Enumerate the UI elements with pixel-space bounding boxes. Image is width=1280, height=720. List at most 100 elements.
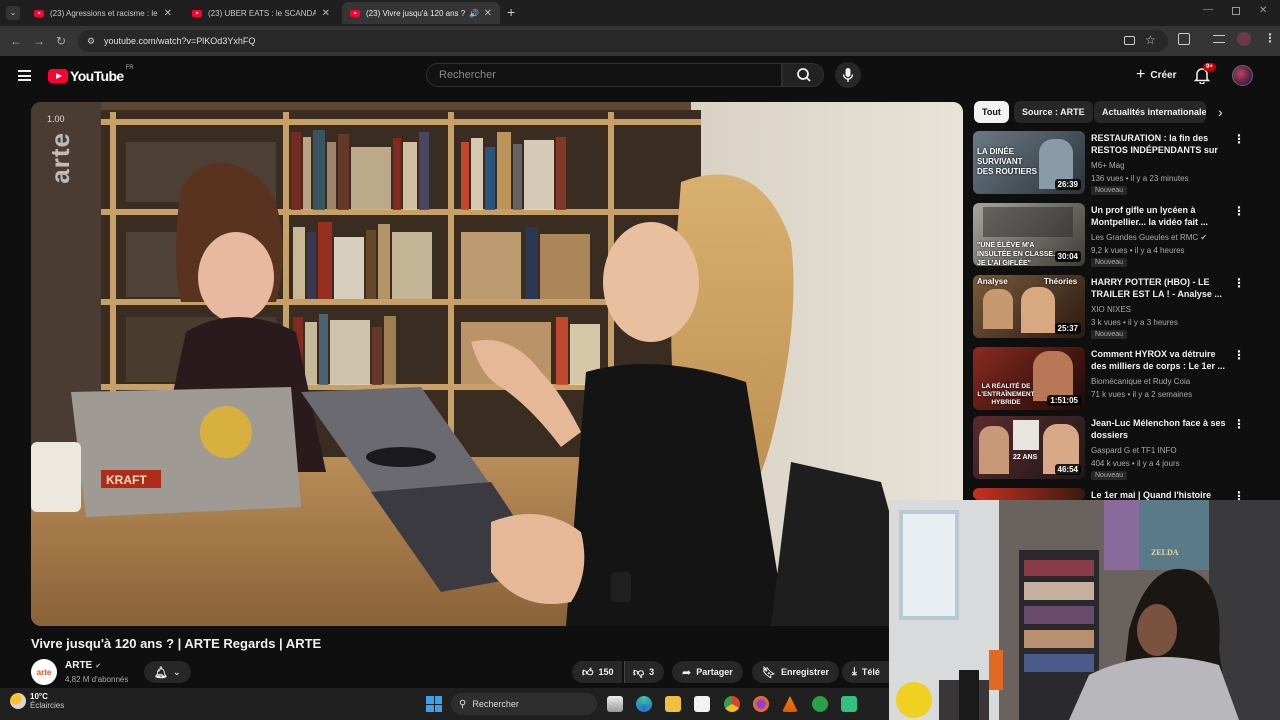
xbox-icon[interactable]	[812, 696, 828, 712]
microsoft-store-icon[interactable]	[694, 696, 710, 712]
youtube-play-logo-icon	[48, 69, 68, 83]
new-badge: Nouveau	[1091, 258, 1128, 267]
channel-avatar[interactable]: arte	[31, 659, 57, 685]
webcam-overlay: ZELDA	[889, 500, 1280, 720]
arte-watermark: arte	[45, 132, 75, 184]
task-view-icon[interactable]	[607, 696, 623, 712]
site-info-icon[interactable]: ⚙	[87, 36, 97, 46]
forward-icon[interactable]: →	[33, 34, 45, 48]
reload-icon[interactable]: ↻	[56, 34, 66, 48]
more-actions-icon[interactable]: ⋮	[1233, 349, 1245, 361]
firefox-browser-icon[interactable]	[753, 696, 769, 712]
profile-avatar[interactable]	[1237, 32, 1251, 46]
app-icon[interactable]	[841, 696, 857, 712]
recommendation-title[interactable]: Un prof gifle un lycéen à Montpellier...…	[1091, 204, 1227, 228]
browser-menu-icon[interactable]: ⋮	[1264, 31, 1276, 45]
recommendation-item[interactable]: Analyse Théories 25:37 HARRY POTTER (HBO…	[973, 275, 1253, 341]
back-icon[interactable]: ←	[10, 34, 22, 48]
notification-preferences-button[interactable]: 🔔︎ ⌄	[144, 661, 191, 683]
like-button[interactable]: 👍︎ 150	[572, 661, 622, 683]
recommendation-item[interactable]: Le 1er mai | Quand l'histoire fait ⋮	[973, 488, 1253, 502]
channel-name[interactable]: Gaspard G et TF1 INFO	[1091, 446, 1177, 455]
dislike-button[interactable]: 👎︎ 3	[624, 661, 665, 683]
weather-condition: Éclaircies	[30, 701, 65, 710]
browser-tab-bar: ⌄ (23) Agressions et racisme : le ✕ (23)…	[0, 0, 1280, 26]
close-tab-icon[interactable]: ✕	[164, 8, 172, 19]
url-text: youtube.com/watch?v=PlKOd3YxhFQ	[104, 36, 256, 46]
search-button[interactable]	[782, 63, 824, 87]
video-thumbnail[interactable]: LA DINÉE SURVIVANT DES ROUTIERS 26:39	[973, 131, 1085, 194]
search-icon: ⚲	[459, 698, 467, 710]
recommendation-title[interactable]: HARRY POTTER (HBO) - LE TRAILER EST LA !…	[1091, 276, 1227, 300]
recommendation-title[interactable]: Jean-Luc Mélenchon face à ses dossiers	[1091, 417, 1227, 441]
bookmark-star-icon[interactable]: ☆	[1145, 33, 1156, 47]
video-thumbnail[interactable]: 22 ANS 46:54	[973, 416, 1085, 479]
channel-name[interactable]: ARTE ✔	[65, 660, 101, 671]
chip-all[interactable]: Tout	[974, 101, 1009, 123]
recommendation-title[interactable]: Comment HYROX va détruire des milliers d…	[1091, 348, 1227, 372]
recommendation-title[interactable]: RESTAURATION : la fin des RESTOS INDÉPEN…	[1091, 132, 1227, 156]
more-actions-icon[interactable]: ⋮	[1233, 133, 1245, 145]
edge-browser-icon[interactable]	[636, 696, 652, 712]
video-thumbnail[interactable]: Analyse Théories 25:37	[973, 275, 1085, 338]
chips-next-chevron-icon[interactable]: ›	[1218, 104, 1223, 120]
tab-list-chevron-icon[interactable]: ⌄	[6, 6, 20, 20]
more-actions-icon[interactable]: ⋮	[1233, 205, 1245, 217]
video-thumbnail[interactable]: "UNE ÉLÈVE M'A INSULTÉE EN CLASSE... JE …	[973, 203, 1085, 266]
youtube-logo[interactable]: YouTube FR	[48, 65, 134, 85]
channel-name[interactable]: Biomécanique et Rudy Coia	[1091, 377, 1190, 386]
windows-taskbar: 10°C Éclaircies ⚲ Rechercher	[0, 688, 889, 720]
start-button[interactable]	[426, 696, 442, 712]
dislike-count: 3	[649, 667, 655, 677]
guide-menu-icon[interactable]	[18, 70, 31, 81]
video-player[interactable]: KRAFT 1.00 arte	[31, 102, 963, 626]
channel-name[interactable]: Les Grandes Gueules et RMC ✔	[1091, 233, 1207, 242]
media-control-icon[interactable]	[1213, 35, 1225, 43]
account-avatar[interactable]	[1232, 65, 1253, 86]
video-meta: 404 k vues • il y a 4 jours	[1091, 459, 1180, 468]
video-thumbnail[interactable]	[973, 488, 1085, 500]
thumbnail-caption: Analyse Théories	[977, 277, 1078, 286]
recommendation-item[interactable]: LA DINÉE SURVIVANT DES ROUTIERS 26:39 RE…	[973, 131, 1253, 197]
close-window-icon[interactable]: ✕	[1259, 5, 1267, 16]
extensions-icon[interactable]	[1178, 33, 1190, 45]
vlc-player-icon[interactable]	[782, 696, 798, 712]
voice-search-button[interactable]	[835, 62, 861, 88]
video-thumbnail[interactable]: LA RÉALITÉ DE L'ENTRAÎNEMENT HYBRIDE 1:5…	[973, 347, 1085, 410]
recommendation-item[interactable]: 22 ANS 46:54 Jean-Luc Mélenchon face à s…	[973, 416, 1253, 482]
browser-tab-1[interactable]: (23) Agressions et racisme : le ✕	[26, 2, 180, 24]
download-icon: ⤓	[852, 665, 857, 678]
youtube-favicon-icon	[192, 9, 202, 17]
close-tab-icon[interactable]: ✕	[484, 8, 492, 19]
channel-name[interactable]: XIO NIXES	[1091, 305, 1131, 314]
speaker-icon[interactable]: 🔊	[469, 9, 479, 18]
more-actions-icon[interactable]: ⋮	[1233, 277, 1245, 289]
browser-tab-2[interactable]: (23) UBER EATS : le SCANDALE ✕	[184, 2, 338, 24]
minimize-window-icon[interactable]: —	[1203, 4, 1213, 15]
notifications-button[interactable]: 9+	[1194, 63, 1216, 86]
file-explorer-icon[interactable]	[665, 696, 681, 712]
search-input[interactable]: Rechercher	[426, 63, 782, 87]
chrome-browser-icon[interactable]	[724, 696, 740, 712]
download-button[interactable]: ⤓ Télé	[842, 661, 889, 683]
create-button[interactable]: + Créer	[1128, 63, 1184, 87]
recommendation-item[interactable]: LA RÉALITÉ DE L'ENTRAÎNEMENT HYBRIDE 1:5…	[973, 347, 1253, 413]
cast-icon[interactable]	[1124, 36, 1135, 45]
duration-badge: 30:04	[1054, 251, 1081, 262]
recommendation-item[interactable]: "UNE ÉLÈVE M'A INSULTÉE EN CLASSE... JE …	[973, 203, 1253, 269]
new-tab-button[interactable]: +	[507, 4, 515, 20]
browser-tab-3[interactable]: (23) Vivre jusqu'à 120 ans ? 🔊 ✕	[342, 2, 500, 24]
chip-source-arte[interactable]: Source : ARTE	[1014, 101, 1093, 123]
channel-name[interactable]: M6+ Mag	[1091, 161, 1125, 170]
chip-international-news[interactable]: Actualités internationale	[1094, 101, 1206, 123]
create-label: Créer	[1150, 69, 1177, 81]
weather-widget[interactable]: 10°C Éclaircies	[10, 692, 64, 710]
save-button[interactable]: 🔖︎ Enregistrer	[752, 661, 839, 683]
restore-window-icon[interactable]	[1232, 7, 1240, 15]
taskbar-search[interactable]: ⚲ Rechercher	[451, 693, 597, 715]
share-button[interactable]: ➦ Partager	[672, 661, 743, 683]
close-tab-icon[interactable]: ✕	[322, 8, 330, 19]
more-actions-icon[interactable]: ⋮	[1233, 418, 1245, 430]
svg-text:ZELDA: ZELDA	[1151, 548, 1179, 557]
address-bar[interactable]: ⚙ youtube.com/watch?v=PlKOd3YxhFQ ☆	[78, 30, 1168, 52]
